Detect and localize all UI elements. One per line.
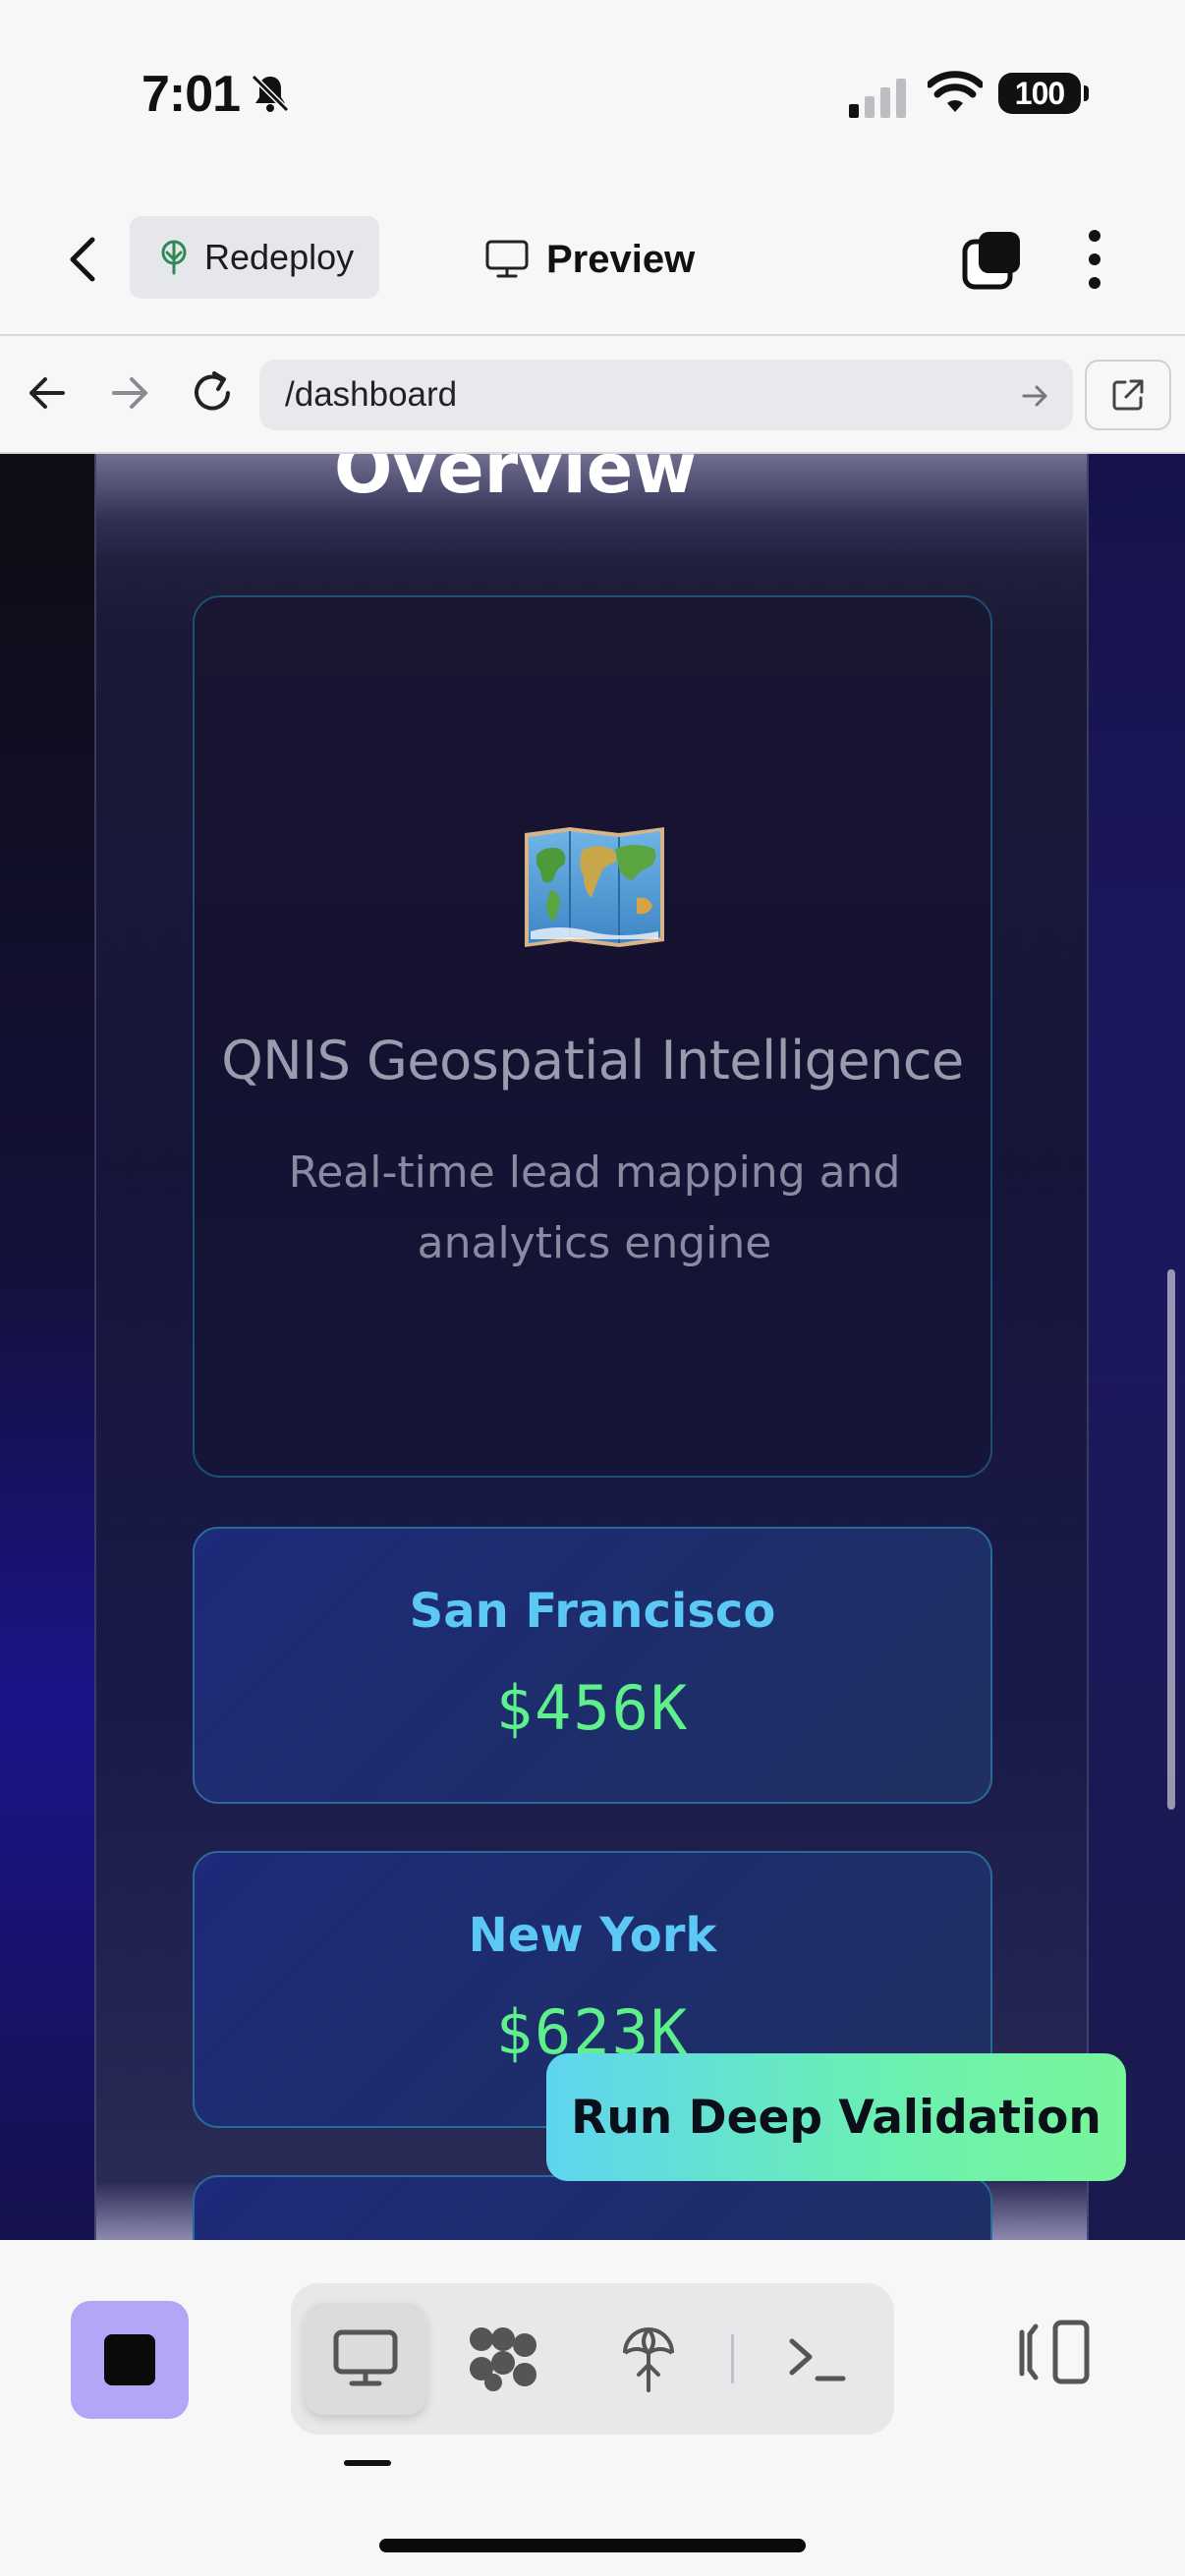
bottom-toolbar bbox=[0, 2242, 1185, 2576]
cta-label: Run Deep Validation bbox=[571, 2090, 1101, 2145]
monitor-icon bbox=[485, 240, 529, 278]
url-input[interactable]: /dashboard bbox=[259, 360, 1073, 430]
redeploy-tree-icon bbox=[161, 240, 187, 275]
deploy-tab[interactable] bbox=[588, 2303, 709, 2415]
app-top-bar: Redeploy Preview bbox=[0, 187, 1185, 336]
city-value: $456K bbox=[495, 1672, 690, 1744]
workflow-icon bbox=[470, 2327, 536, 2391]
battery-indicator: 100 bbox=[998, 73, 1089, 114]
bell-muted-icon bbox=[251, 74, 290, 113]
go-arrow-icon[interactable] bbox=[1018, 379, 1051, 413]
url-text: /dashboard bbox=[285, 375, 458, 414]
city-name: New York bbox=[468, 1908, 717, 1963]
hero-title: QNIS Geospatial Intelligence bbox=[221, 1030, 964, 1092]
city-card-next[interactable] bbox=[193, 2175, 992, 2240]
web-preview-viewport[interactable]: Overview QNIS Geospatial Intelligence Re… bbox=[0, 454, 1185, 2240]
status-bar: 7:01 100 bbox=[0, 0, 1185, 187]
active-tab-indicator bbox=[344, 2460, 391, 2466]
terminal-tab[interactable] bbox=[757, 2303, 878, 2415]
panel-toggle-icon[interactable] bbox=[1016, 2313, 1095, 2391]
home-indicator bbox=[379, 2539, 806, 2552]
redeploy-label: Redeploy bbox=[204, 237, 355, 277]
workflow-tab[interactable] bbox=[442, 2303, 564, 2415]
tabs-switcher-icon[interactable] bbox=[961, 228, 1024, 291]
wifi-icon bbox=[928, 71, 983, 112]
sidebar-background bbox=[0, 454, 94, 2240]
browser-back-icon[interactable] bbox=[20, 365, 75, 420]
back-chevron-icon[interactable] bbox=[55, 230, 114, 289]
reload-icon[interactable] bbox=[185, 365, 240, 420]
section-title: Overview bbox=[334, 454, 697, 509]
stop-button[interactable] bbox=[71, 2301, 189, 2419]
cellular-signal-icon bbox=[849, 79, 906, 118]
url-bar: /dashboard bbox=[0, 336, 1185, 454]
world-map-icon bbox=[525, 827, 664, 947]
stop-square-icon bbox=[104, 2334, 155, 2385]
city-card-san-francisco[interactable]: San Francisco $456K bbox=[193, 1527, 992, 1804]
page-scrollbar[interactable] bbox=[1167, 1269, 1175, 1810]
run-deep-validation-button[interactable]: Run Deep Validation bbox=[546, 2053, 1126, 2181]
preview-title: Preview bbox=[485, 228, 695, 291]
terminal-icon bbox=[789, 2338, 846, 2381]
deploy-icon bbox=[623, 2327, 674, 2392]
browser-forward-icon[interactable] bbox=[102, 365, 157, 420]
status-time: 7:01 bbox=[141, 66, 241, 123]
more-options-icon[interactable] bbox=[1075, 226, 1114, 293]
redeploy-button[interactable]: Redeploy bbox=[130, 216, 379, 299]
tool-group bbox=[291, 2283, 894, 2435]
hero-card: QNIS Geospatial Intelligence Real-time l… bbox=[193, 595, 992, 1478]
open-external-button[interactable] bbox=[1085, 360, 1171, 430]
tool-divider bbox=[731, 2334, 734, 2383]
preview-label: Preview bbox=[546, 237, 696, 281]
city-name: San Francisco bbox=[409, 1584, 776, 1639]
desktop-preview-icon bbox=[333, 2329, 398, 2386]
desktop-preview-tab[interactable] bbox=[305, 2303, 426, 2415]
hero-subtitle: Real-time lead mapping and analytics eng… bbox=[288, 1148, 901, 1268]
external-link-icon bbox=[1112, 379, 1144, 411]
